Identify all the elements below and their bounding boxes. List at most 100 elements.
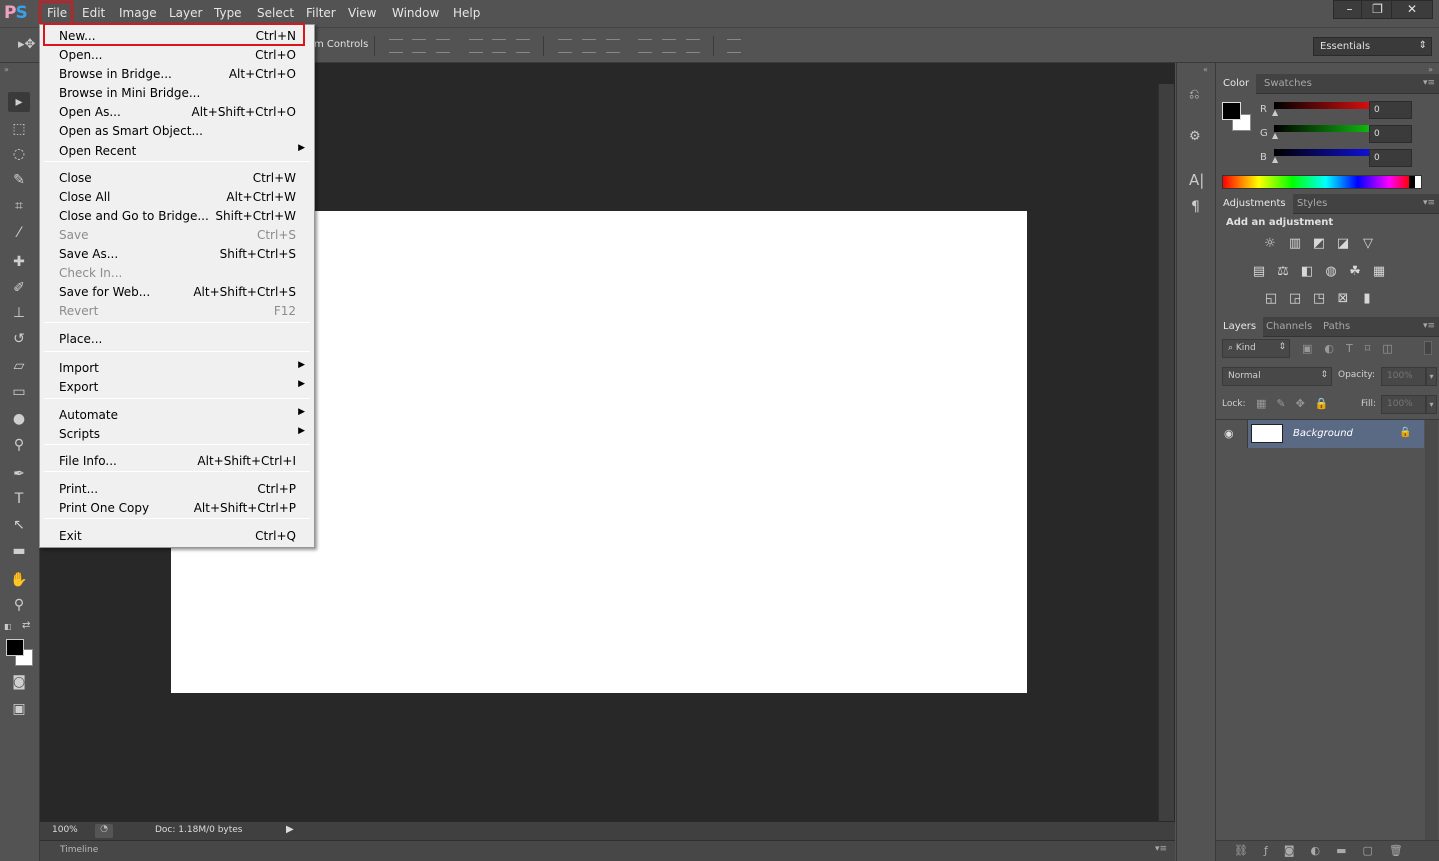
eraser-tool-icon[interactable]: ▱ (8, 356, 30, 376)
history-panel-icon[interactable]: ⎌ (1189, 87, 1199, 102)
align-bottom-icon[interactable] (436, 39, 450, 53)
levels-icon[interactable]: ▥ (1286, 237, 1304, 251)
menu-item[interactable]: Browse in Mini Bridge... (40, 84, 314, 103)
opacity-input[interactable]: 100% (1381, 367, 1426, 386)
crop-tool-icon[interactable]: ⌗ (8, 196, 30, 216)
paragraph-panel-icon[interactable]: ¶ (1191, 199, 1200, 215)
menu-item[interactable]: Print One Copy Alt+Shift+Ctrl+P (40, 499, 314, 518)
foreground-color-swatch[interactable] (6, 639, 24, 656)
threshold-icon[interactable]: ◳ (1310, 292, 1328, 306)
brush-tool-icon[interactable]: ✐ (8, 278, 30, 298)
align-left-icon[interactable] (469, 39, 483, 53)
layer-name[interactable]: Background (1293, 428, 1353, 439)
black-white-icon[interactable]: ◧ (1298, 265, 1316, 279)
menu-view[interactable]: View (348, 6, 376, 20)
layer-row[interactable]: ◉ Background 🔒 (1216, 420, 1424, 448)
layers-scrollbar[interactable] (1425, 420, 1438, 840)
history-brush-tool-icon[interactable]: ↺ (8, 329, 30, 349)
color-lookup-icon[interactable]: ▦ (1370, 265, 1388, 279)
panel-menu-icon[interactable]: ▾≡ (1423, 78, 1435, 88)
hue-saturation-icon[interactable]: ▤ (1250, 265, 1268, 279)
filter-toggle[interactable] (1424, 341, 1432, 355)
status-menu-arrow-icon[interactable]: ▶ (286, 824, 294, 835)
zoom-level[interactable]: 100% (52, 825, 78, 835)
distribute-right-icon[interactable] (686, 39, 700, 53)
layer-action-icons[interactable]: ⛓ƒ◙◐▬▢🗑 (1234, 844, 1419, 857)
exposure-icon[interactable]: ◪ (1334, 237, 1352, 251)
panel-menu-icon[interactable]: ▾≡ (1423, 198, 1435, 208)
timeline-tab[interactable]: Timeline (60, 845, 98, 855)
menu-edit[interactable]: Edit (82, 6, 105, 20)
quick-selection-tool-icon[interactable]: ✎ (8, 170, 30, 190)
collapse-icon[interactable]: » (1428, 65, 1433, 74)
lasso-tool-icon[interactable]: ◌ (8, 144, 30, 164)
menu-window[interactable]: Window (392, 6, 439, 20)
tab-paths[interactable]: Paths (1316, 317, 1357, 337)
slider-handle-icon[interactable]: ▲ (1272, 155, 1278, 164)
menu-layer[interactable]: Layer (169, 6, 202, 20)
menu-item[interactable]: Open... Ctrl+O (40, 46, 314, 65)
quick-mask-icon[interactable]: ◙ (8, 672, 30, 692)
properties-panel-icon[interactable]: ⚙ (1189, 129, 1201, 144)
gradient-map-icon[interactable]: ▮ (1358, 292, 1376, 306)
selective-color-icon[interactable]: ⊠ (1334, 292, 1352, 306)
screen-mode-icon[interactable]: ▣ (8, 699, 30, 719)
chevron-down-icon[interactable]: ▾ (1426, 367, 1437, 386)
healing-brush-tool-icon[interactable]: ✚ (8, 252, 30, 272)
brightness-contrast-icon[interactable]: ☼ (1261, 237, 1279, 251)
menu-select[interactable]: Select (257, 6, 294, 20)
path-selection-tool-icon[interactable]: ↖ (8, 515, 30, 535)
color-balance-icon[interactable]: ⚖ (1274, 265, 1292, 279)
menu-help[interactable]: Help (453, 6, 480, 20)
vibrance-icon[interactable]: ▽ (1359, 237, 1377, 251)
menu-item[interactable]: Close and Go to Bridge... Shift+Ctrl+W (40, 207, 314, 226)
restore-button[interactable]: ❐ (1361, 0, 1394, 19)
distribute-top-icon[interactable] (558, 39, 572, 53)
blend-mode-select[interactable]: Normal ⇕ (1222, 367, 1332, 386)
distribute-left-icon[interactable] (638, 39, 652, 53)
status-info-icon[interactable]: ◔ (95, 824, 113, 838)
vertical-scrollbar[interactable] (1158, 84, 1174, 821)
move-tool-icon[interactable]: ▸ (8, 92, 30, 112)
tab-adjustments[interactable]: Adjustments (1216, 194, 1293, 214)
menu-item[interactable]: Export ▶ (40, 378, 314, 397)
hand-tool-icon[interactable]: ✋ (8, 570, 30, 590)
clone-stamp-tool-icon[interactable]: ⊥ (8, 303, 30, 323)
auto-align-icon[interactable] (727, 39, 741, 53)
tab-layers[interactable]: Layers (1216, 317, 1264, 337)
menu-item[interactable]: Save for Web... Alt+Shift+Ctrl+S (40, 283, 314, 302)
panel-menu-icon[interactable]: ▾≡ (1423, 321, 1435, 331)
red-slider[interactable] (1274, 102, 1374, 109)
menu-item[interactable]: Close All Alt+Ctrl+W (40, 188, 314, 207)
tab-swatches[interactable]: Swatches (1257, 74, 1319, 94)
posterize-icon[interactable]: ◲ (1286, 292, 1304, 306)
menu-item[interactable]: Close Ctrl+W (40, 169, 314, 188)
eye-icon[interactable]: ◉ (1224, 427, 1234, 440)
tab-channels[interactable]: Channels (1259, 317, 1319, 337)
invert-icon[interactable]: ◱ (1262, 292, 1280, 306)
curves-icon[interactable]: ◩ (1310, 237, 1328, 251)
menu-image[interactable]: Image (119, 6, 157, 20)
rectangle-tool-icon[interactable]: ▬ (8, 541, 30, 561)
layer-filter-icons[interactable]: ▣◐T⌑◫ (1302, 342, 1405, 355)
color-spectrum-bar[interactable] (1222, 175, 1422, 189)
menu-item[interactable]: File Info... Alt+Shift+Ctrl+I (40, 452, 314, 471)
marquee-tool-icon[interactable]: ⬚ (8, 119, 30, 139)
blue-value-input[interactable]: 0 (1369, 149, 1412, 167)
transform-controls-label[interactable]: m Controls (314, 39, 368, 50)
close-button[interactable]: ✕ (1391, 0, 1433, 19)
menu-type[interactable]: Type (214, 6, 242, 20)
blue-slider[interactable] (1274, 149, 1374, 156)
lock-icons[interactable]: ▦✎✥🔒 (1256, 397, 1339, 410)
menu-item[interactable]: Place... (40, 330, 314, 349)
collapse-icon[interactable]: « (1203, 65, 1208, 74)
layer-filter-select[interactable]: ⌕ Kind ⇕ (1222, 339, 1290, 358)
tab-styles[interactable]: Styles (1290, 194, 1334, 214)
menu-item[interactable]: Scripts ▶ (40, 425, 314, 444)
tab-color[interactable]: Color (1216, 74, 1257, 94)
move-tool-icon[interactable]: ▸✥ (18, 37, 35, 52)
character-panel-icon[interactable]: A| (1189, 171, 1204, 189)
menu-item[interactable]: Open as Smart Object... (40, 122, 314, 141)
menu-item[interactable]: Open Recent ▶ (40, 142, 314, 161)
menu-item[interactable]: Browse in Bridge... Alt+Ctrl+O (40, 65, 314, 84)
